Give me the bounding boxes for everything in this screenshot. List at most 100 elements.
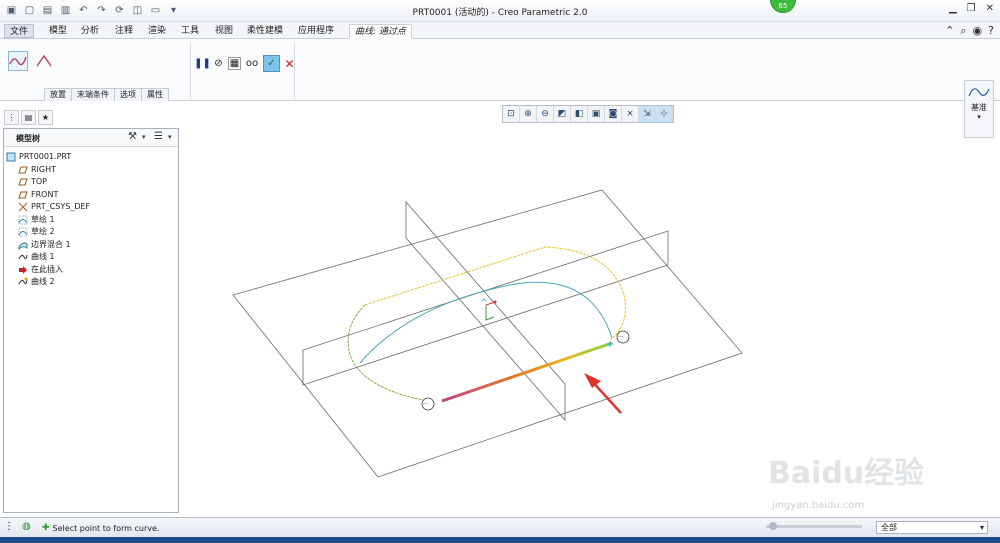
- favorites-tab-icon[interactable]: ★: [38, 110, 53, 125]
- tab-curve-through-points[interactable]: 曲线: 通过点: [349, 24, 412, 39]
- tree-item[interactable]: 草绘 2: [18, 226, 55, 238]
- tab-flexible-modeling[interactable]: 柔性建模: [242, 24, 288, 38]
- display-style-icon[interactable]: ◧: [571, 106, 588, 122]
- preview-icon[interactable]: ▦: [228, 57, 241, 70]
- sketch-2-curve[interactable]: [347, 304, 429, 402]
- tab-analysis[interactable]: 分析: [76, 24, 104, 38]
- ribbon-separator: [190, 43, 191, 99]
- panel-button-properties[interactable]: 属性: [141, 88, 169, 101]
- help-icon[interactable]: ?: [988, 24, 994, 38]
- datum-display-icon[interactable]: ⨯: [622, 106, 639, 122]
- pause-icon[interactable]: ❚❚: [194, 57, 211, 70]
- graphics-toolbar: ⊡ ⊕ ⊖ ◩ ◧ ▣ ◙ ⨯ ⇲ ⊹: [502, 105, 674, 123]
- folder-browser-tab-icon[interactable]: ▤: [21, 110, 36, 125]
- insert-here-icon: [18, 265, 28, 275]
- tree-item[interactable]: TOP: [18, 176, 47, 188]
- top-datum-plane[interactable]: [232, 189, 743, 478]
- tree-item[interactable]: 曲线 2: [18, 276, 55, 288]
- tree-item[interactable]: PRT_CSYS_DEF: [18, 201, 90, 213]
- curve-icon: [18, 252, 28, 262]
- panel-button-placement[interactable]: 放置: [44, 88, 72, 101]
- status-message-text: Select point to form curve.: [52, 523, 160, 533]
- tree-item-label: PRT0001.PRT: [19, 152, 72, 161]
- status-bar: ⋮ ◍ ✚ Select point to form curve. 全部 ▾: [0, 517, 1000, 537]
- navigator-toggle-icon[interactable]: ⋮: [4, 521, 18, 535]
- tab-view[interactable]: 视图: [210, 24, 238, 38]
- chevron-down-icon: ▾: [979, 523, 984, 532]
- selection-filter-value: 全部: [881, 523, 897, 532]
- no-preview-icon[interactable]: ⊘: [212, 57, 225, 70]
- tab-tools[interactable]: 工具: [176, 24, 204, 38]
- tab-model[interactable]: 模型: [44, 24, 72, 38]
- restore-icon[interactable]: ❐: [967, 3, 976, 14]
- progress-slider[interactable]: [766, 522, 862, 530]
- point-cross-icon: [607, 341, 613, 347]
- ribbon-right-icons: ⌃ ⌕ ◉ ?: [945, 24, 994, 38]
- tree-item[interactable]: 草绘 1: [18, 214, 55, 226]
- tree-item-label: PRT_CSYS_DEF: [31, 202, 91, 211]
- tree-item[interactable]: 边界混合 1: [18, 239, 71, 251]
- zoom-in-icon[interactable]: ⊕: [520, 106, 537, 122]
- sketch-1-curve[interactable]: [364, 246, 626, 341]
- tree-settings-icon[interactable]: ⚒: [128, 131, 137, 142]
- minimize-ribbon-icon[interactable]: ⌃: [945, 24, 954, 38]
- tree-item[interactable]: 在此插入: [18, 264, 63, 276]
- tree-item-label: 边界混合 1: [31, 239, 71, 249]
- panel-button-options[interactable]: 选项: [114, 88, 142, 101]
- part-icon: [6, 152, 16, 162]
- browser-toggle-icon[interactable]: ◍: [22, 521, 36, 535]
- slider-knob[interactable]: [769, 522, 777, 530]
- feature-controls: ❚❚ ⊘ ▦ oo ✓ ✕: [194, 55, 296, 72]
- sketch-icon: [18, 227, 28, 237]
- creo-window: ▣ ▢ ▤ ▥ ↶ ↷ ⟳ ◫ ▭ ▾ PRT0001 (活动的) - Creo…: [0, 0, 1000, 543]
- handle-dots: ···: [423, 401, 429, 408]
- verify-glasses-icon[interactable]: oo: [244, 57, 260, 70]
- tree-columns-icon[interactable]: ☰: [154, 131, 163, 142]
- navigator-tabs: ⋮ ▤ ★: [4, 110, 53, 125]
- spin-center-icon[interactable]: ⊹: [656, 106, 673, 122]
- datum-plane-icon: [18, 190, 28, 200]
- panel-button-end-conditions[interactable]: 末端条件: [71, 88, 115, 101]
- datum-label: 基准: [971, 103, 987, 112]
- community-icon[interactable]: ◉: [973, 24, 983, 38]
- tab-applications[interactable]: 应用程序: [293, 24, 339, 38]
- zoom-out-icon[interactable]: ⊖: [537, 106, 554, 122]
- selection-filter-dropdown[interactable]: 全部 ▾: [876, 521, 988, 534]
- spline-icon[interactable]: [8, 51, 28, 71]
- minimize-icon[interactable]: ▁: [949, 3, 957, 14]
- model-tree-tab-icon[interactable]: ⋮: [4, 110, 19, 125]
- model-tree-header: 模型树 ⚒ ▾ ☰ ▾: [4, 129, 178, 147]
- tree-item-label: FRONT: [31, 189, 59, 199]
- csys-origin: [493, 300, 497, 304]
- tab-annotate[interactable]: 注释: [110, 24, 138, 38]
- tree-item-label: RIGHT: [31, 164, 57, 174]
- tree-item[interactable]: FRONT: [18, 189, 58, 201]
- view-manager-icon[interactable]: ◙: [605, 106, 622, 122]
- ok-check-icon[interactable]: ✓: [263, 55, 280, 72]
- repaint-icon[interactable]: ◩: [554, 106, 571, 122]
- tree-item[interactable]: PRT0001.PRT: [6, 151, 71, 163]
- saved-views-icon[interactable]: ▣: [588, 106, 605, 122]
- chevron-down-icon[interactable]: ▾: [168, 133, 172, 141]
- os-taskbar: [0, 537, 1000, 543]
- chevron-down-icon[interactable]: ▾: [142, 133, 146, 141]
- tree-item[interactable]: 曲线 1: [18, 251, 55, 263]
- tab-render[interactable]: 渲染: [143, 24, 171, 38]
- refit-icon[interactable]: ⊡: [503, 106, 520, 122]
- polyline-icon[interactable]: [34, 51, 54, 71]
- model-tree-title: 模型树: [16, 134, 40, 143]
- selected-edge-curve-2[interactable]: [441, 341, 613, 403]
- close-icon[interactable]: ✕: [986, 3, 994, 14]
- search-icon[interactable]: ⌕: [960, 24, 966, 38]
- ribbon-panel: 放置 末端条件 选项 属性 ❚❚ ⊘ ▦ oo ✓ ✕ 基准 ▾: [0, 39, 1000, 138]
- tree-item[interactable]: RIGHT: [18, 164, 56, 176]
- window-title: PRT0001 (活动的) - Creo Parametric 2.0: [412, 8, 588, 18]
- csys-y-axis: [485, 305, 495, 321]
- curve-type-group: [8, 51, 54, 71]
- csys-icon: [18, 202, 28, 212]
- annotation-display-icon[interactable]: ⇲: [639, 106, 656, 122]
- status-ok-icon: ✚: [42, 523, 50, 533]
- datum-plane-icon: [18, 177, 28, 187]
- annotation-arrowhead: [584, 373, 601, 388]
- tab-file[interactable]: 文件: [4, 24, 35, 38]
